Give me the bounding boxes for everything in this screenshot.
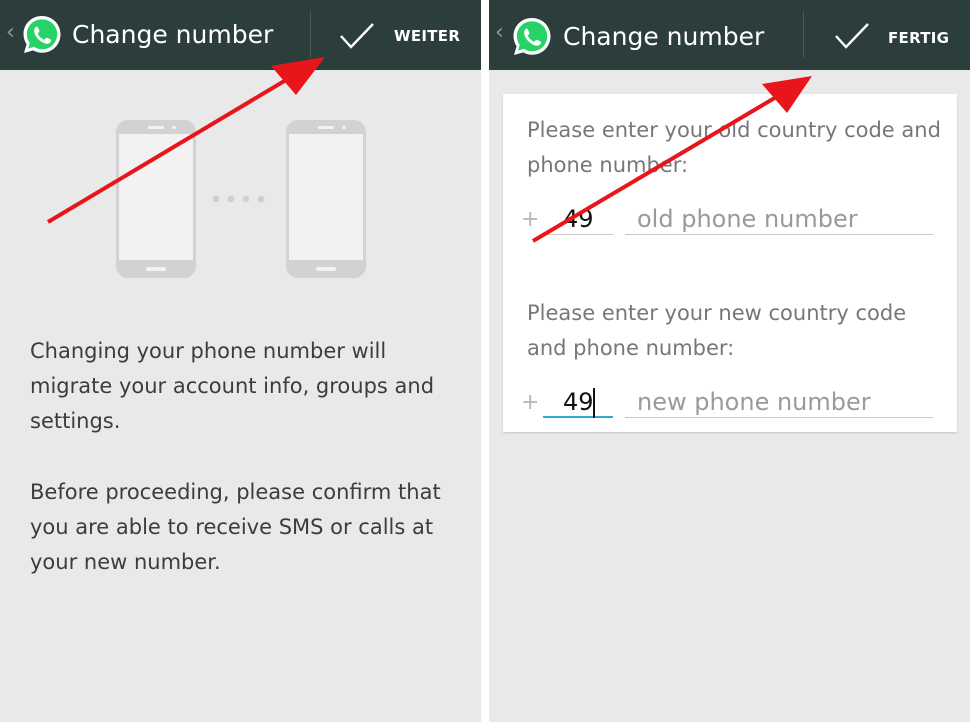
new-phone-icon	[286, 120, 366, 278]
checkmark-icon[interactable]	[338, 21, 376, 51]
old-phone-icon	[116, 120, 196, 278]
new-country-code-value: 49	[563, 388, 594, 416]
whatsapp-logo-icon[interactable]	[510, 15, 554, 59]
plus-sign: +	[521, 207, 540, 232]
confirmation-info-text: Before proceeding, please confirm that y…	[30, 480, 441, 574]
old-phone-number-placeholder: old phone number	[637, 205, 858, 233]
new-phone-number-input[interactable]: new phone number	[625, 386, 933, 418]
old-country-code-field[interactable]: 49	[543, 203, 613, 235]
text-cursor	[593, 388, 595, 418]
page-title: Change number	[72, 20, 274, 49]
next-button[interactable]: WEITER	[394, 27, 460, 45]
phone-migration-illustration	[116, 120, 366, 278]
old-country-code-value: 49	[563, 205, 594, 233]
checkmark-icon[interactable]	[833, 21, 871, 51]
intro-screen: ‹ Change number WEITER Changing your pho…	[0, 0, 481, 722]
migration-info-text: Changing your phone number will migrate …	[30, 339, 435, 433]
action-bar: ‹ Change number FERTIG	[489, 0, 970, 70]
action-bar: ‹ Change number WEITER	[0, 0, 481, 70]
new-phone-number-placeholder: new phone number	[637, 388, 871, 416]
old-number-prompt: Please enter your old country code and p…	[527, 118, 941, 177]
whatsapp-logo-icon[interactable]	[20, 13, 64, 57]
transfer-dots-icon	[212, 195, 265, 203]
action-divider	[803, 11, 804, 58]
phone-number-card: Please enter your old country code and p…	[503, 94, 957, 432]
old-phone-number-input[interactable]: old phone number	[625, 203, 933, 235]
back-chevron-icon[interactable]: ‹	[495, 22, 504, 44]
plus-sign: +	[521, 390, 540, 415]
back-chevron-icon[interactable]: ‹	[6, 22, 15, 44]
new-country-code-field[interactable]: 49	[543, 386, 613, 418]
change-number-form-screen: ‹ Change number FERTIG Please enter your…	[489, 0, 970, 722]
new-number-prompt: Please enter your new country code and p…	[527, 301, 907, 360]
done-button[interactable]: FERTIG	[888, 29, 949, 47]
page-title: Change number	[563, 22, 765, 51]
action-divider	[310, 11, 311, 58]
